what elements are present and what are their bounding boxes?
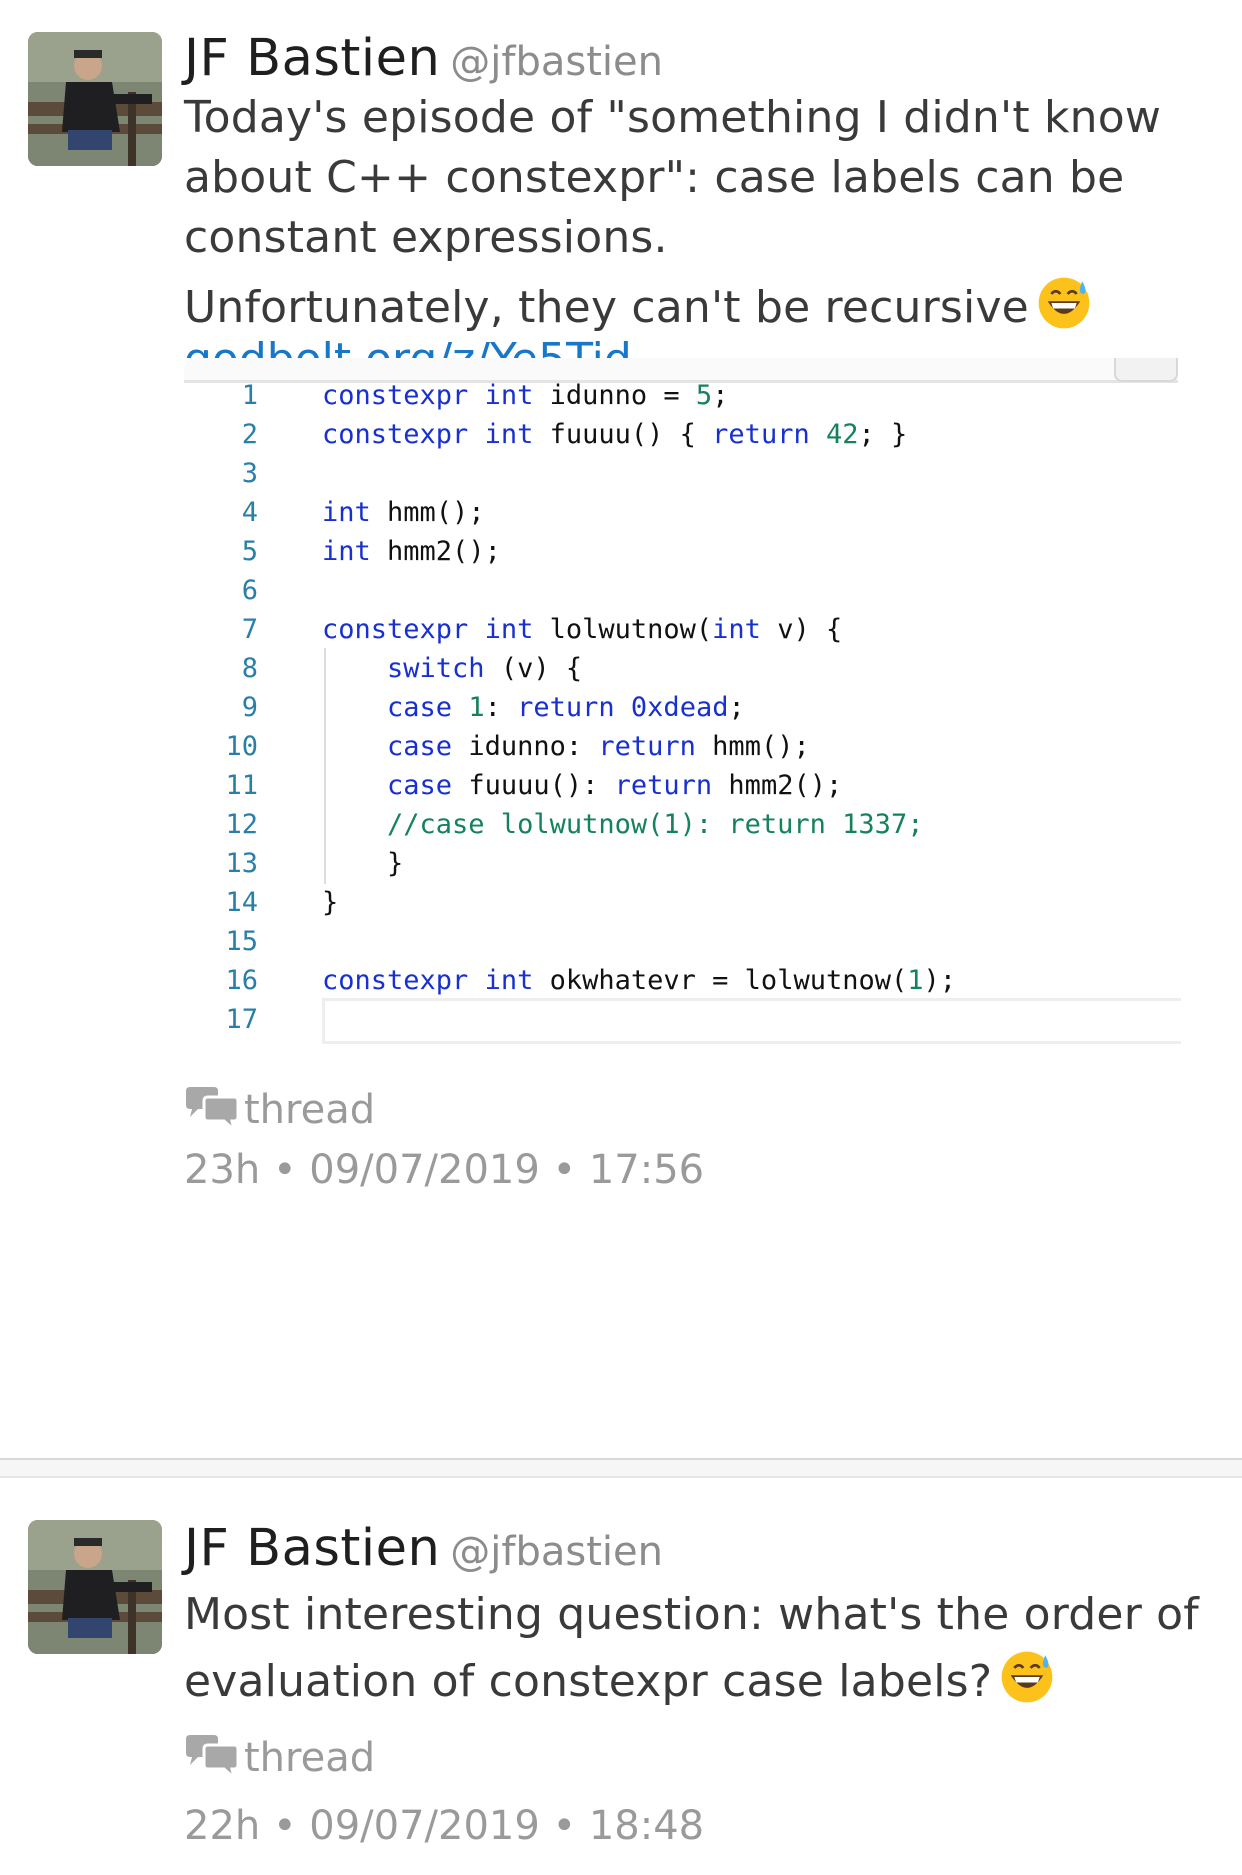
line-number: 17 [225, 1004, 258, 1035]
line-number: 8 [241, 653, 258, 684]
line-number: 15 [225, 926, 258, 957]
thread-button[interactable]: thread [184, 1728, 1214, 1788]
tweet-body: JF Bastien @jfbastien Most interesting qu… [184, 1516, 1214, 1715]
code-comment: //case lolwutnow(1): return 1337; [322, 809, 924, 840]
avatar[interactable] [28, 32, 162, 166]
code-window-tab [1114, 358, 1178, 382]
code-text: case 1: return 0xdead; [387, 692, 745, 723]
thread-button[interactable]: thread [184, 1080, 1214, 1140]
tweet-text-line: evaluation of constexpr case labels? [184, 1656, 993, 1707]
code-text: switch (v) { [387, 653, 583, 684]
code-line: 17 [184, 1004, 1178, 1050]
code-text: constexpr int fuuuu() { return 42; } [322, 419, 908, 450]
tweet-meta: thread 23h • 09/07/2019 • 17:56 [184, 1080, 1214, 1200]
tweet-text-line: Today's episode of "something I didn't k… [184, 92, 1162, 143]
avatar-photo [28, 1520, 162, 1654]
timestamp[interactable]: 22h • 09/07/2019 • 18:48 [184, 1796, 1214, 1856]
code-screenshot[interactable]: 1 constexpr int idunno = 5; 2 constexpr in… [184, 358, 1181, 1198]
line-number: 14 [225, 887, 258, 918]
line-number: 10 [225, 731, 258, 762]
line-number: 16 [225, 965, 258, 996]
line-number: 4 [241, 497, 258, 528]
code-text: constexpr int idunno = 5; [322, 380, 729, 411]
line-number: 11 [225, 770, 258, 801]
code-text: int hmm(); [322, 497, 485, 528]
code-text: case fuuuu(): return hmm2(); [387, 770, 843, 801]
author-handle[interactable]: @jfbastien [450, 1529, 663, 1575]
line-number: 2 [241, 419, 258, 450]
thread-icon [186, 1087, 240, 1131]
grinning-face-with-sweat-emoji [1001, 1651, 1053, 1703]
line-number: 13 [225, 848, 258, 879]
code-text: } [322, 887, 339, 918]
code-text: constexpr int okwhatevr = lolwutnow(1); [322, 965, 957, 996]
tweet-text: Today's episode of "something I didn't k… [184, 88, 1214, 338]
tweet-text-line: Most interesting question: what's the or… [184, 1589, 1199, 1640]
grinning-face-with-sweat-emoji [1038, 277, 1090, 329]
tweet-header: JF Bastien @jfbastien [184, 26, 1214, 92]
tweet-text-line-with-emoji: evaluation of constexpr case labels? [184, 1648, 1214, 1715]
tweet-divider [0, 1458, 1242, 1478]
thread-label: thread [244, 1735, 376, 1781]
author-handle[interactable]: @jfbastien [450, 39, 663, 85]
tweet-text: Most interesting question: what's the or… [184, 1582, 1214, 1715]
line-number: 6 [241, 575, 258, 606]
code-text: } [322, 848, 404, 879]
author-name[interactable]: JF Bastien [184, 29, 440, 88]
tweet-text-line-with-emoji: Unfortunately, they can't be recursive [184, 274, 1214, 338]
line-number: 12 [225, 809, 258, 840]
tweet-header: JF Bastien @jfbastien [184, 1516, 1214, 1582]
line-number: 7 [241, 614, 258, 645]
tweet-text-line: constant expressions. [184, 212, 668, 263]
thread-label: thread [244, 1087, 376, 1133]
tweet-text-line: about C++ constexpr": case labels can be [184, 152, 1125, 203]
thread-icon [186, 1735, 240, 1779]
line-number: 9 [241, 692, 258, 723]
line-number: 3 [241, 458, 258, 489]
author-name[interactable]: JF Bastien [184, 1519, 440, 1578]
line-number: 5 [241, 536, 258, 567]
code-text: constexpr int lolwutnow(int v) { [322, 614, 843, 645]
code-text: case idunno: return hmm(); [387, 731, 810, 762]
avatar-photo [28, 32, 162, 166]
tweet-body: JF Bastien @jfbastien Today's episode of … [184, 26, 1214, 388]
code-text: int hmm2(); [322, 536, 501, 567]
tweet-meta: thread 22h • 09/07/2019 • 18:48 [184, 1728, 1214, 1856]
avatar[interactable] [28, 1520, 162, 1654]
timestamp[interactable]: 23h • 09/07/2019 • 17:56 [184, 1140, 1214, 1200]
tweet-text-line: Unfortunately, they can't be recursive [184, 282, 1029, 333]
line-number: 1 [241, 380, 258, 411]
